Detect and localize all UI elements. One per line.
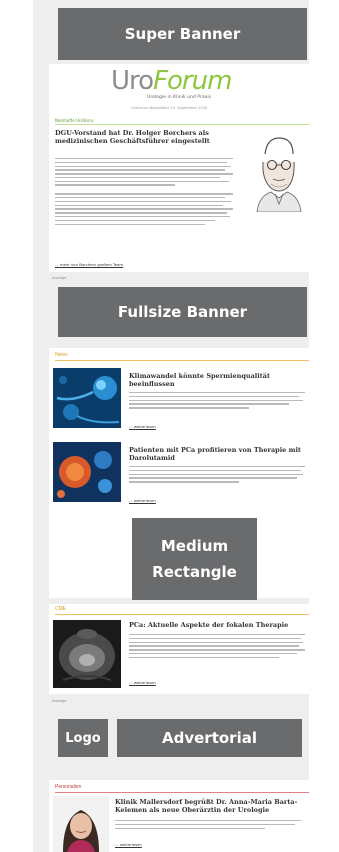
advertorial-banner-label: Advertorial bbox=[162, 729, 257, 747]
super-banner[interactable]: Super Banner bbox=[58, 8, 307, 60]
fullsize-banner[interactable]: Fullsize Banner bbox=[58, 287, 307, 337]
cancer-cells-image bbox=[53, 442, 121, 502]
top-story-headline[interactable]: DGU-Vorstand hat Dr. Holger Borchers als… bbox=[55, 129, 235, 146]
logo-tagline: Urologie in Klinik und Praxis bbox=[147, 95, 212, 100]
medium-rectangle-label-line1: Medium bbox=[160, 537, 229, 555]
personalien-more-link[interactable]: ... weiterlesen bbox=[115, 842, 142, 847]
personalien-divider bbox=[55, 792, 309, 793]
advertorial-banner[interactable]: Advertorial bbox=[117, 719, 302, 757]
logo-banner[interactable]: Logo bbox=[58, 719, 108, 757]
cme-section-label: CME bbox=[55, 606, 67, 612]
cme-card: CME PCa: Aktuelle Aspekte der fokalen Th… bbox=[49, 604, 316, 694]
news-item-more-link[interactable]: ... weiterlesen bbox=[129, 498, 156, 503]
cme-divider bbox=[55, 614, 309, 615]
cme-body bbox=[129, 634, 309, 660]
personalien-headline[interactable]: Klinik Mallersdorf begrüßt Dr. Anna-Mari… bbox=[115, 798, 311, 814]
super-banner-label: Super Banner bbox=[124, 25, 241, 43]
cme-more-link[interactable]: ... weiterlesen bbox=[129, 680, 156, 685]
news-item-headline[interactable]: Klimawandel könnte Spermienqualität beei… bbox=[129, 372, 311, 388]
medium-rectangle-label-line2: Rectangle bbox=[152, 563, 237, 581]
personalien-card: Personalien Klinik Mallersdorf begrüßt D… bbox=[49, 780, 316, 852]
cme-headline[interactable]: PCa: Aktuelle Aspekte der fokalen Therap… bbox=[129, 621, 311, 629]
medium-rectangle-banner[interactable]: Medium Rectangle bbox=[132, 518, 257, 600]
news-section-label: News bbox=[55, 352, 68, 358]
news-item[interactable]: Klimawandel könnte Spermienqualität beei… bbox=[49, 364, 316, 432]
news-item[interactable]: Patienten mit PCa profitieren von Therap… bbox=[49, 440, 316, 506]
news-item-headline[interactable]: Patienten mit PCa profitieren von Therap… bbox=[129, 446, 311, 462]
top-story-body bbox=[55, 158, 235, 227]
section-divider-green bbox=[55, 124, 309, 125]
prostate-scan-image bbox=[53, 620, 121, 688]
top-story-more-link[interactable]: ... mehr von Borchers großem Team bbox=[55, 262, 123, 267]
uroforum-logo[interactable]: UroForum bbox=[111, 68, 261, 94]
anzeige-label-2: Anzeige bbox=[52, 699, 67, 703]
anzeige-label-1: Anzeige bbox=[52, 276, 67, 280]
logo-banner-label: Logo bbox=[65, 730, 101, 746]
logo-uro: Uro bbox=[111, 66, 154, 96]
news-item-body bbox=[129, 466, 309, 485]
newsletter-ad-layout: Super Banner UroForum Urologie in Klinik… bbox=[0, 0, 339, 852]
personalien-section-label: Personalien bbox=[55, 784, 82, 790]
portrait-photo-image bbox=[53, 796, 109, 852]
news-item-body bbox=[129, 392, 309, 411]
portrait-sketch-image bbox=[249, 132, 307, 212]
personalien-body bbox=[115, 820, 305, 831]
logo-forum: Forum bbox=[153, 66, 232, 96]
news-divider bbox=[55, 360, 309, 361]
fullsize-banner-label: Fullsize Banner bbox=[117, 303, 248, 321]
sperm-cells-image bbox=[53, 368, 121, 428]
newsletter-date-line: UroForum Newsletter 23. September 2020 bbox=[131, 106, 208, 110]
top-story-section-label: Namhafte UroStory bbox=[55, 118, 94, 123]
newsletter-header-card: UroForum Urologie in Klinik und Praxis U… bbox=[49, 64, 316, 272]
news-item-more-link[interactable]: ... weiterlesen bbox=[129, 424, 156, 429]
